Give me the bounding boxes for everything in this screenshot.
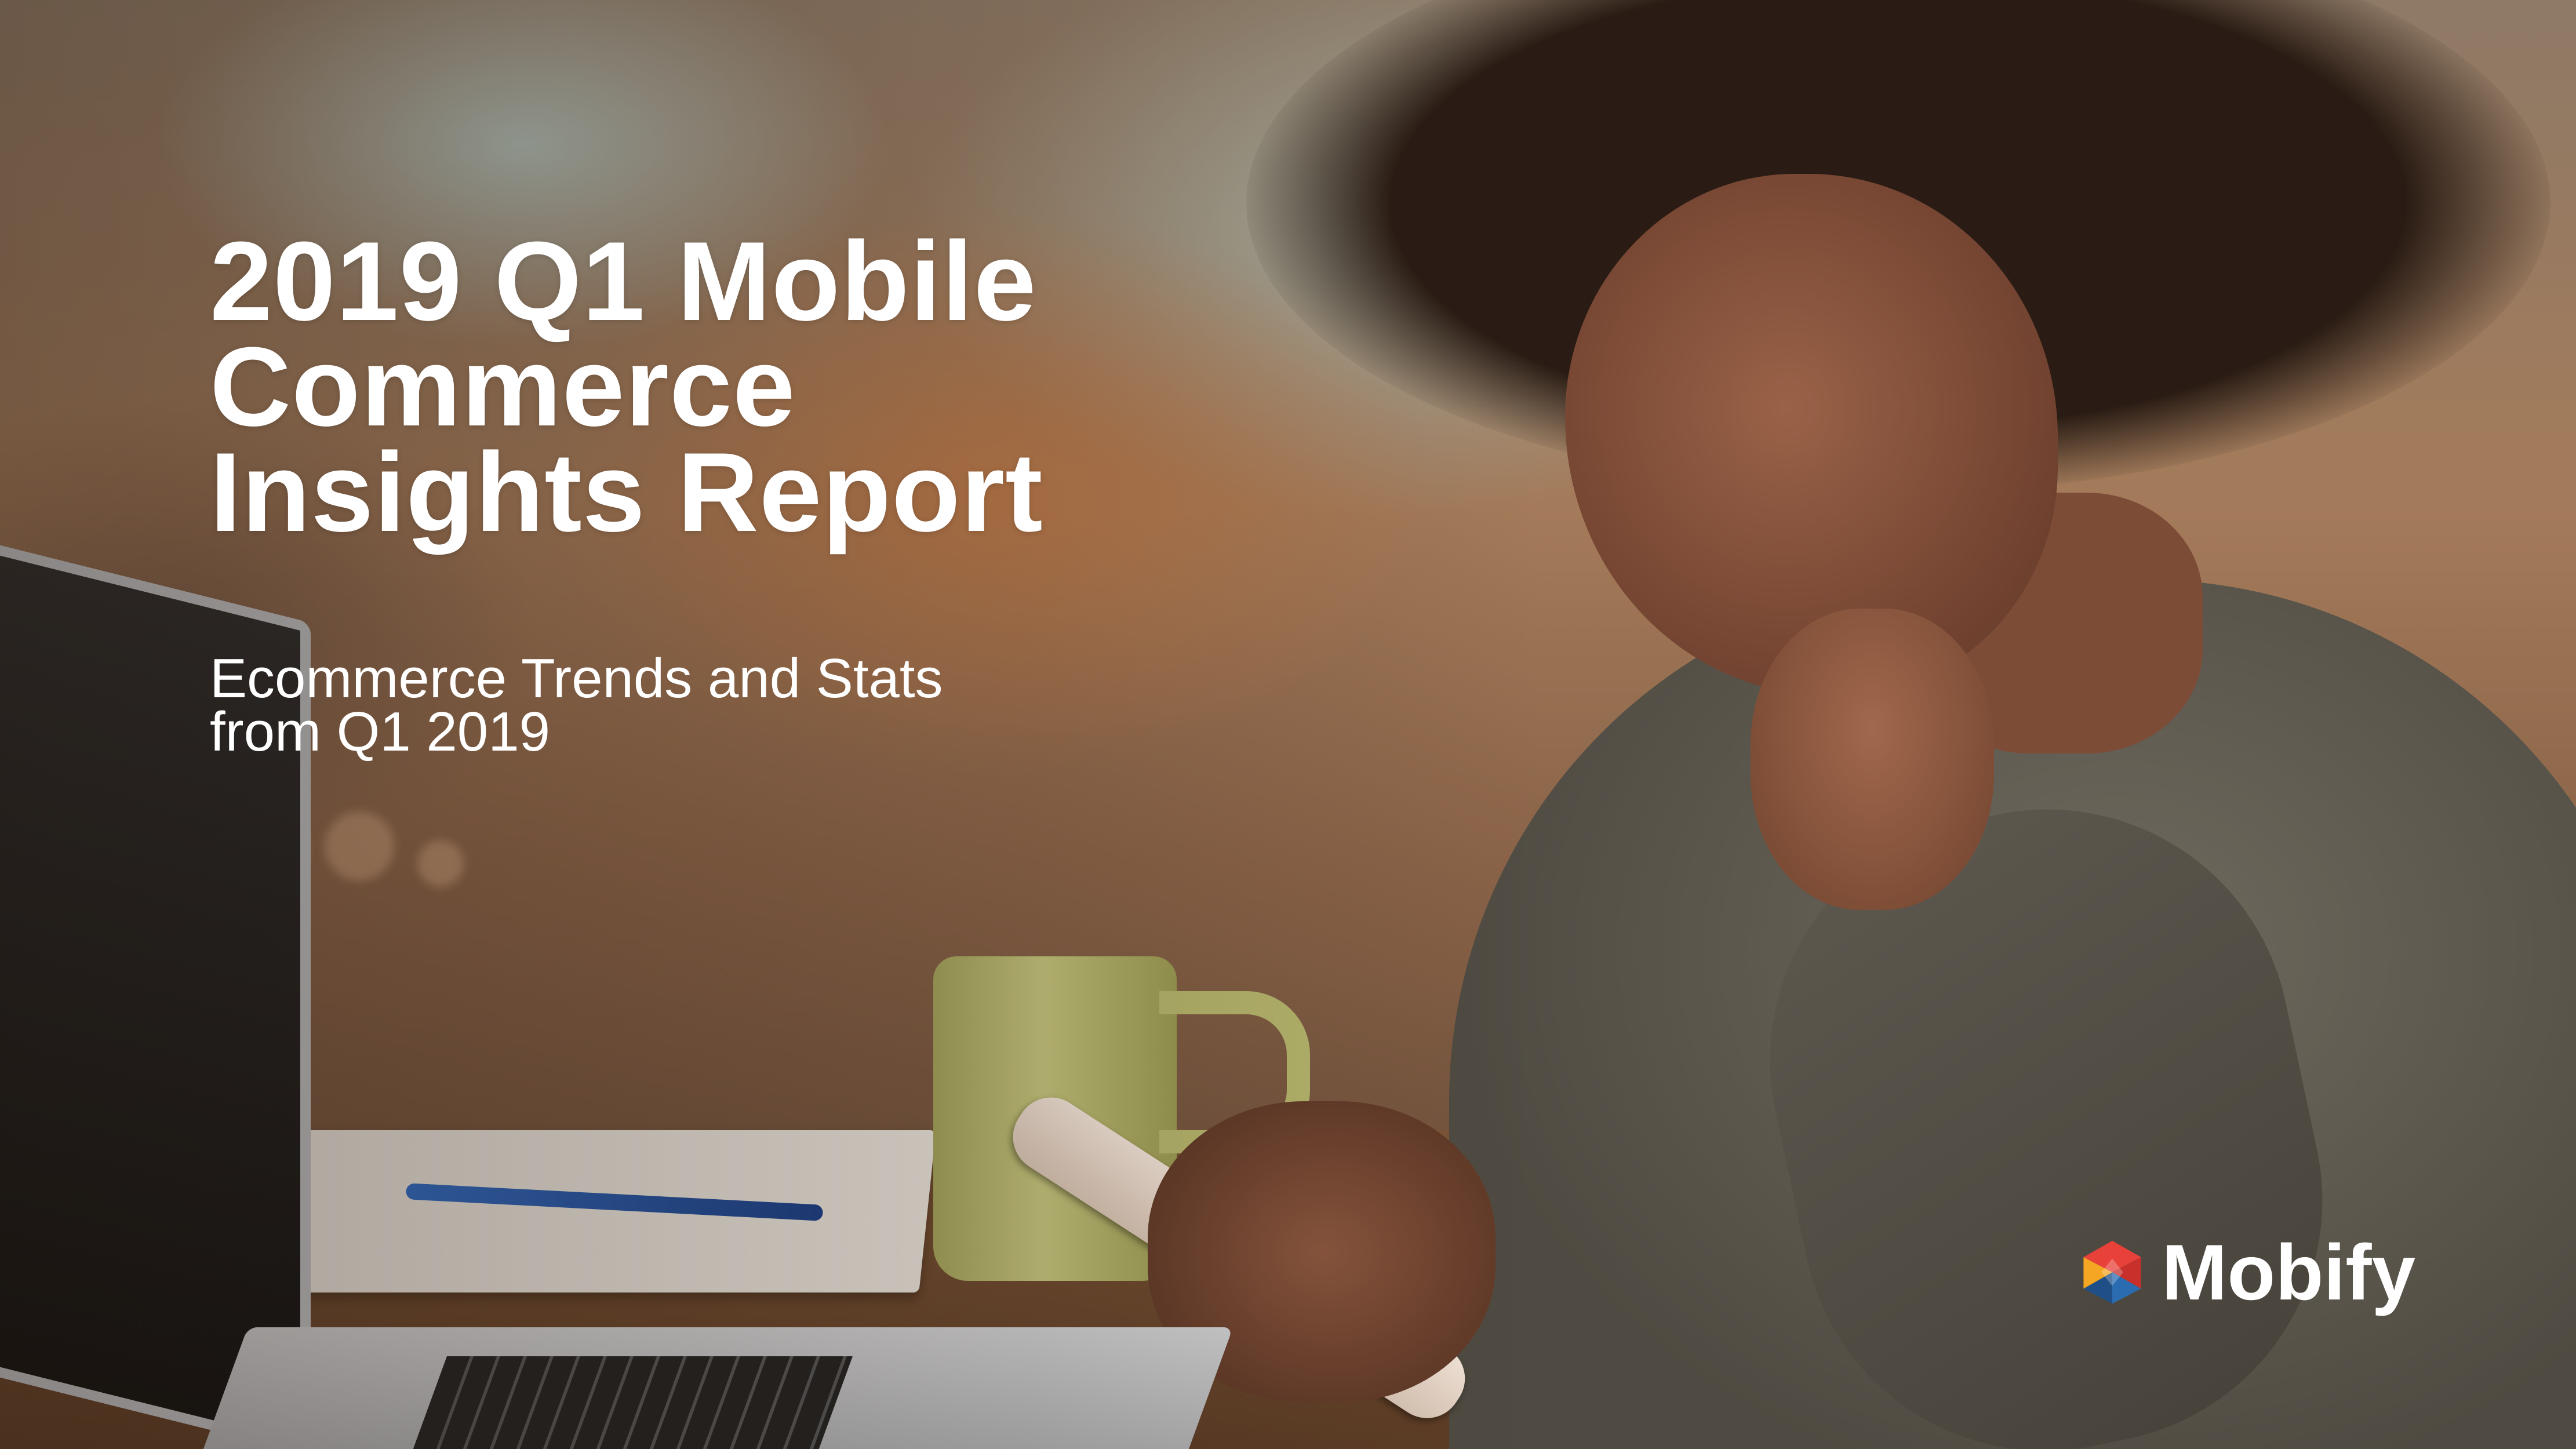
mobify-logo-icon bbox=[2083, 1240, 2141, 1304]
brand-name: Mobify bbox=[2162, 1228, 2416, 1316]
report-subtitle-line: from Q1 2019 bbox=[210, 701, 550, 763]
report-title-line: Insights Report bbox=[210, 429, 1043, 555]
report-subtitle-line: Ecommerce Trends and Stats bbox=[210, 647, 943, 709]
report-title-line: 2019 Q1 Mobile bbox=[210, 219, 1037, 344]
report-title-line: Commerce bbox=[210, 324, 796, 450]
mobify-logo: Mobify bbox=[2078, 1223, 2415, 1321]
report-subtitle: Ecommerce Trends and Stats from Q1 2019 bbox=[210, 647, 1253, 763]
report-title: 2019 Q1 Mobile Commerce Insights Report bbox=[210, 219, 1311, 555]
